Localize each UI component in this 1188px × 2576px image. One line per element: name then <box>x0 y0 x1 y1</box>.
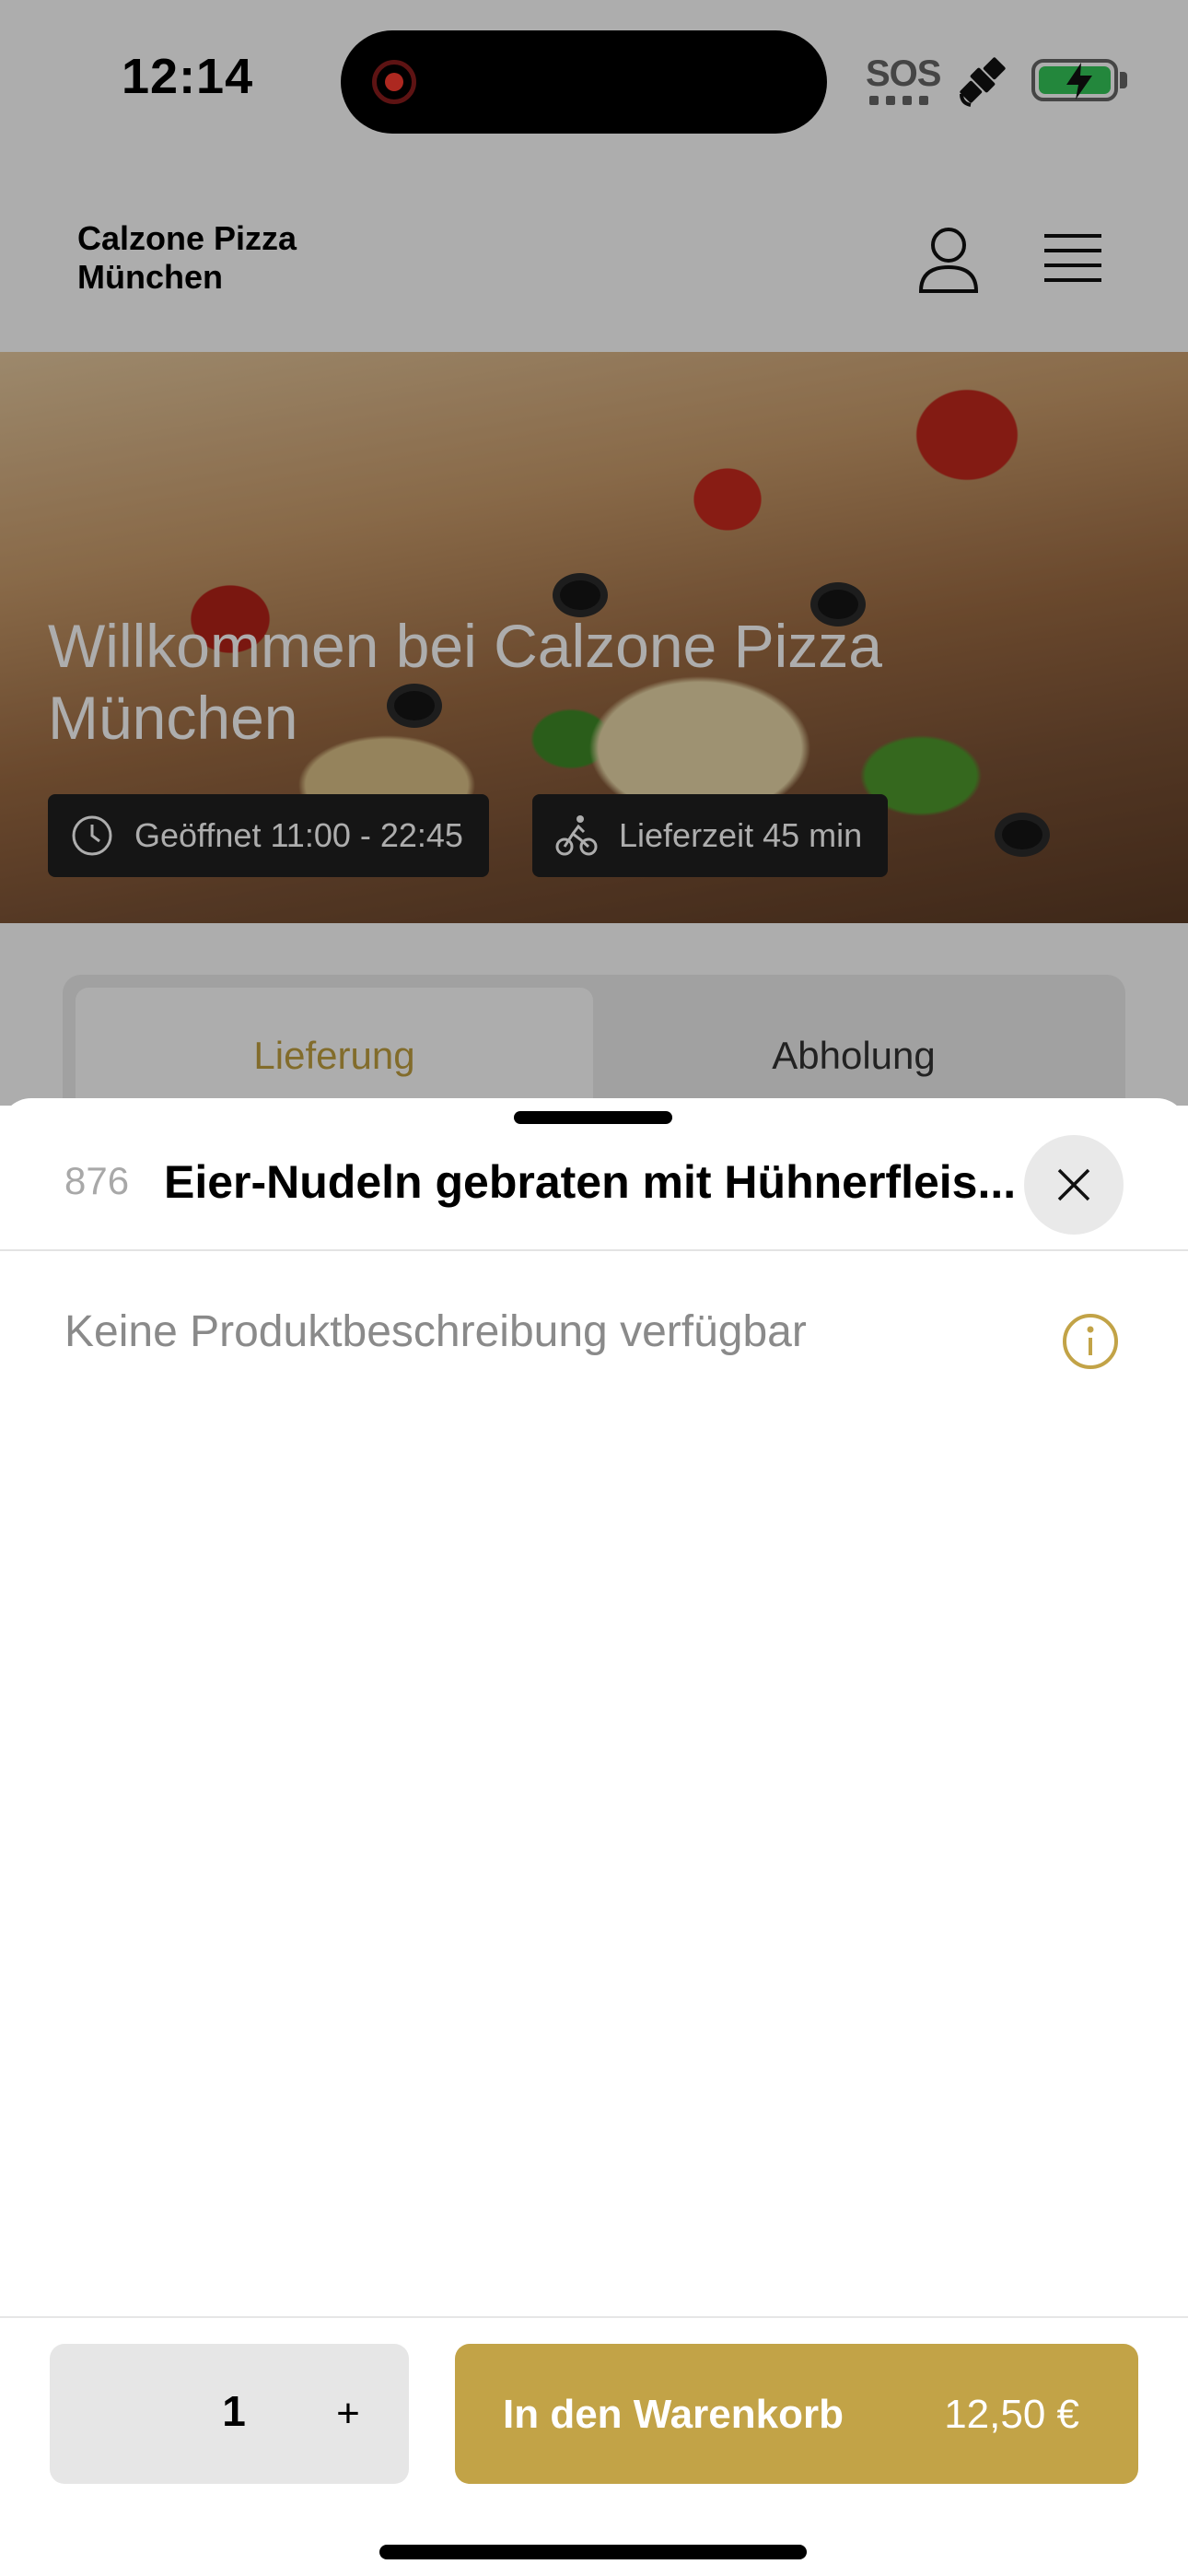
add-to-cart-label: In den Warenkorb <box>503 2392 844 2437</box>
product-description: Keine Produktbeschreibung verfügbar <box>64 1307 807 1356</box>
price: 12,50 € <box>944 2392 1079 2437</box>
add-to-cart-button[interactable]: In den Warenkorb 12,50 € <box>455 2344 1138 2484</box>
item-number: 876 <box>64 1159 130 1202</box>
info-icon[interactable] <box>1061 1312 1120 1371</box>
close-button[interactable] <box>1024 1135 1124 1235</box>
quantity-value: 1 <box>222 2387 246 2435</box>
sheet-grabber[interactable] <box>514 1111 672 1124</box>
home-indicator[interactable] <box>379 2545 807 2559</box>
close-icon <box>1057 1168 1090 1201</box>
sheet-header: 876 Eier-Nudeln gebraten mit Hühnerfleis… <box>0 1135 1188 1251</box>
product-sheet: 876 Eier-Nudeln gebraten mit Hühnerfleis… <box>0 1098 1188 2576</box>
modal-backdrop[interactable] <box>0 0 1188 1106</box>
increment-button[interactable]: + <box>315 2381 381 2447</box>
item-title: Eier-Nudeln gebraten mit Hühnerfleis... <box>164 1156 1017 1208</box>
sheet-footer: 1 + In den Warenkorb 12,50 € <box>0 2316 1188 2576</box>
quantity-stepper: 1 + <box>50 2344 409 2484</box>
